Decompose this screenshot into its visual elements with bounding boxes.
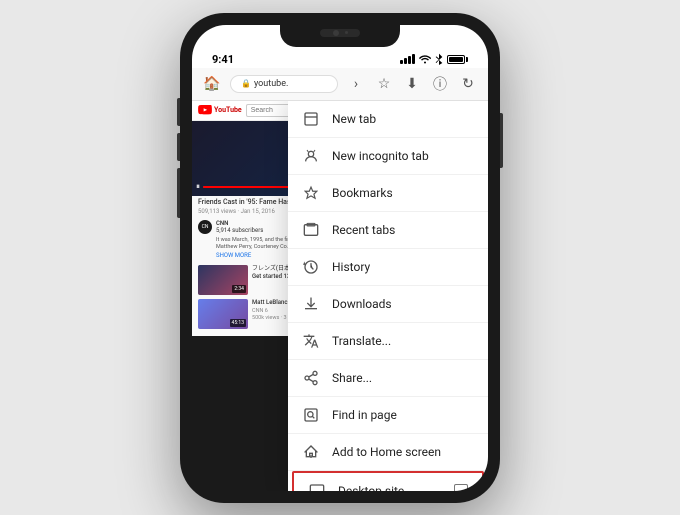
phone-screen: 9:41 [192, 25, 488, 491]
vol-button-3 [177, 168, 180, 218]
translate-icon [302, 332, 320, 350]
status-icons [400, 53, 468, 65]
new-tab-label: New tab [332, 112, 474, 126]
menu-item-new-tab[interactable]: New tab [288, 101, 488, 138]
recent-tabs-icon [302, 221, 320, 239]
menu-item-find-in-page[interactable]: Find in page [288, 397, 488, 434]
share-icon [302, 369, 320, 387]
menu-item-add-home[interactable]: Add to Home screen [288, 434, 488, 471]
download-icon[interactable]: ⬇ [400, 72, 424, 96]
bluetooth-icon [435, 53, 443, 65]
history-icon [302, 258, 320, 276]
add-home-icon [302, 443, 320, 461]
nav-actions: › ☆ ⬇ ⓘ ↻ [344, 72, 480, 96]
downloads-icon [302, 295, 320, 313]
youtube-text: YouTube [214, 106, 242, 114]
info-icon[interactable]: ⓘ [428, 72, 452, 96]
bookmarks-icon [302, 184, 320, 202]
phone-frame: 9:41 [180, 13, 500, 503]
bookmark-icon[interactable]: ☆ [372, 72, 396, 96]
share-label: Share... [332, 371, 474, 385]
vol-button-2 [177, 133, 180, 161]
history-label: History [332, 260, 474, 274]
menu-item-bookmarks[interactable]: Bookmarks [288, 175, 488, 212]
browser-nav-bar: 🏠 🔒 youtube. › ☆ ⬇ ⓘ ↻ [192, 68, 488, 101]
menu-item-desktop-site[interactable]: Desktop site [292, 471, 484, 491]
bookmarks-label: Bookmarks [332, 186, 474, 200]
menu-item-incognito[interactable]: New incognito tab [288, 138, 488, 175]
recent-tabs-label: Recent tabs [332, 223, 474, 237]
incognito-icon [302, 147, 320, 165]
signal-icon [400, 54, 415, 64]
thumb-1-duration: 2:34 [232, 285, 246, 293]
menu-item-share[interactable]: Share... [288, 360, 488, 397]
desktop-site-label: Desktop site [338, 484, 442, 491]
back-icon[interactable]: › [344, 72, 368, 96]
thumb-1: 2:34 [198, 265, 248, 295]
url-text: youtube. [254, 79, 288, 89]
menu-item-translate[interactable]: Translate... [288, 323, 488, 360]
wifi-icon [419, 54, 431, 64]
play-icon[interactable]: ⏸ [196, 182, 200, 192]
menu-item-history[interactable]: History [288, 249, 488, 286]
vol-button-1 [177, 98, 180, 126]
browser-content: YouTube ☰ Oprah ⏸ 0:06 / 2:19 [192, 101, 488, 491]
desktop-site-icon [308, 482, 326, 491]
refresh-icon[interactable]: ↻ [456, 72, 480, 96]
new-tab-icon [302, 110, 320, 128]
context-menu: New tab New incognito tab Bookmarks [288, 101, 488, 491]
menu-item-downloads[interactable]: Downloads [288, 286, 488, 323]
menu-item-recent-tabs[interactable]: Recent tabs [288, 212, 488, 249]
youtube-logo-icon [198, 105, 212, 115]
thumb-2-duration: 45:13 [230, 319, 246, 327]
notch [280, 25, 400, 47]
find-in-page-icon [302, 406, 320, 424]
find-in-page-label: Find in page [332, 408, 474, 422]
address-bar[interactable]: 🔒 youtube. [230, 75, 338, 93]
desktop-site-checkbox[interactable] [454, 484, 468, 491]
power-button [500, 113, 503, 168]
downloads-label: Downloads [332, 297, 474, 311]
add-home-label: Add to Home screen [332, 445, 474, 459]
incognito-label: New incognito tab [332, 149, 474, 163]
home-icon[interactable]: 🏠 [200, 72, 224, 96]
battery-icon [447, 55, 468, 64]
status-time: 9:41 [212, 53, 234, 66]
translate-label: Translate... [332, 334, 474, 348]
thumb-2: 45:13 [198, 299, 248, 329]
channel-avatar: CN [198, 220, 212, 234]
